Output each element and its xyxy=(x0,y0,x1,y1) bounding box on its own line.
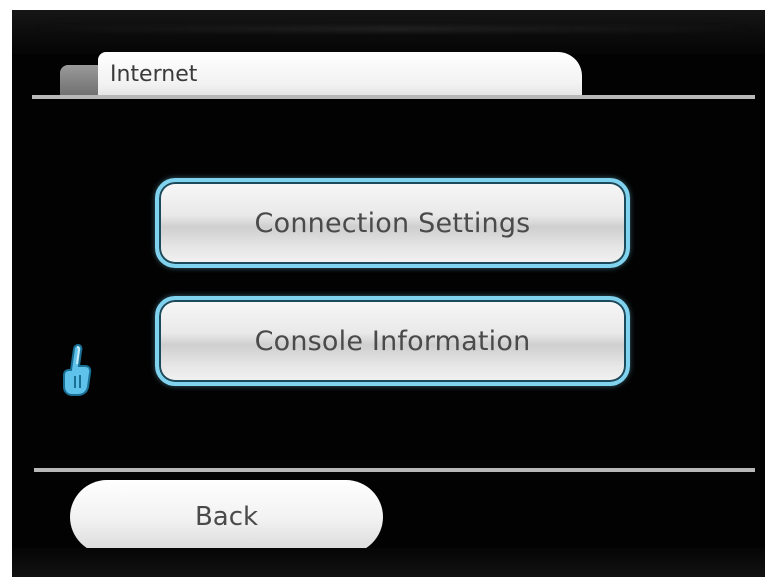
wii-screen: Internet Connection Settings Console Inf… xyxy=(12,10,765,577)
console-information-label: Console Information xyxy=(254,325,531,357)
console-information-button[interactable]: Console Information xyxy=(155,296,630,386)
bottom-bar xyxy=(12,548,765,577)
connection-settings-button[interactable]: Connection Settings xyxy=(155,178,630,268)
page-title: Internet xyxy=(110,62,198,87)
back-button[interactable]: Back xyxy=(70,480,383,554)
hand-pointer-icon xyxy=(63,343,92,396)
connection-settings-label: Connection Settings xyxy=(254,207,531,239)
top-bar xyxy=(12,10,765,54)
header-divider xyxy=(32,95,755,99)
footer-divider xyxy=(34,468,755,472)
header-tab: Internet xyxy=(98,52,582,97)
back-label: Back xyxy=(194,502,259,532)
